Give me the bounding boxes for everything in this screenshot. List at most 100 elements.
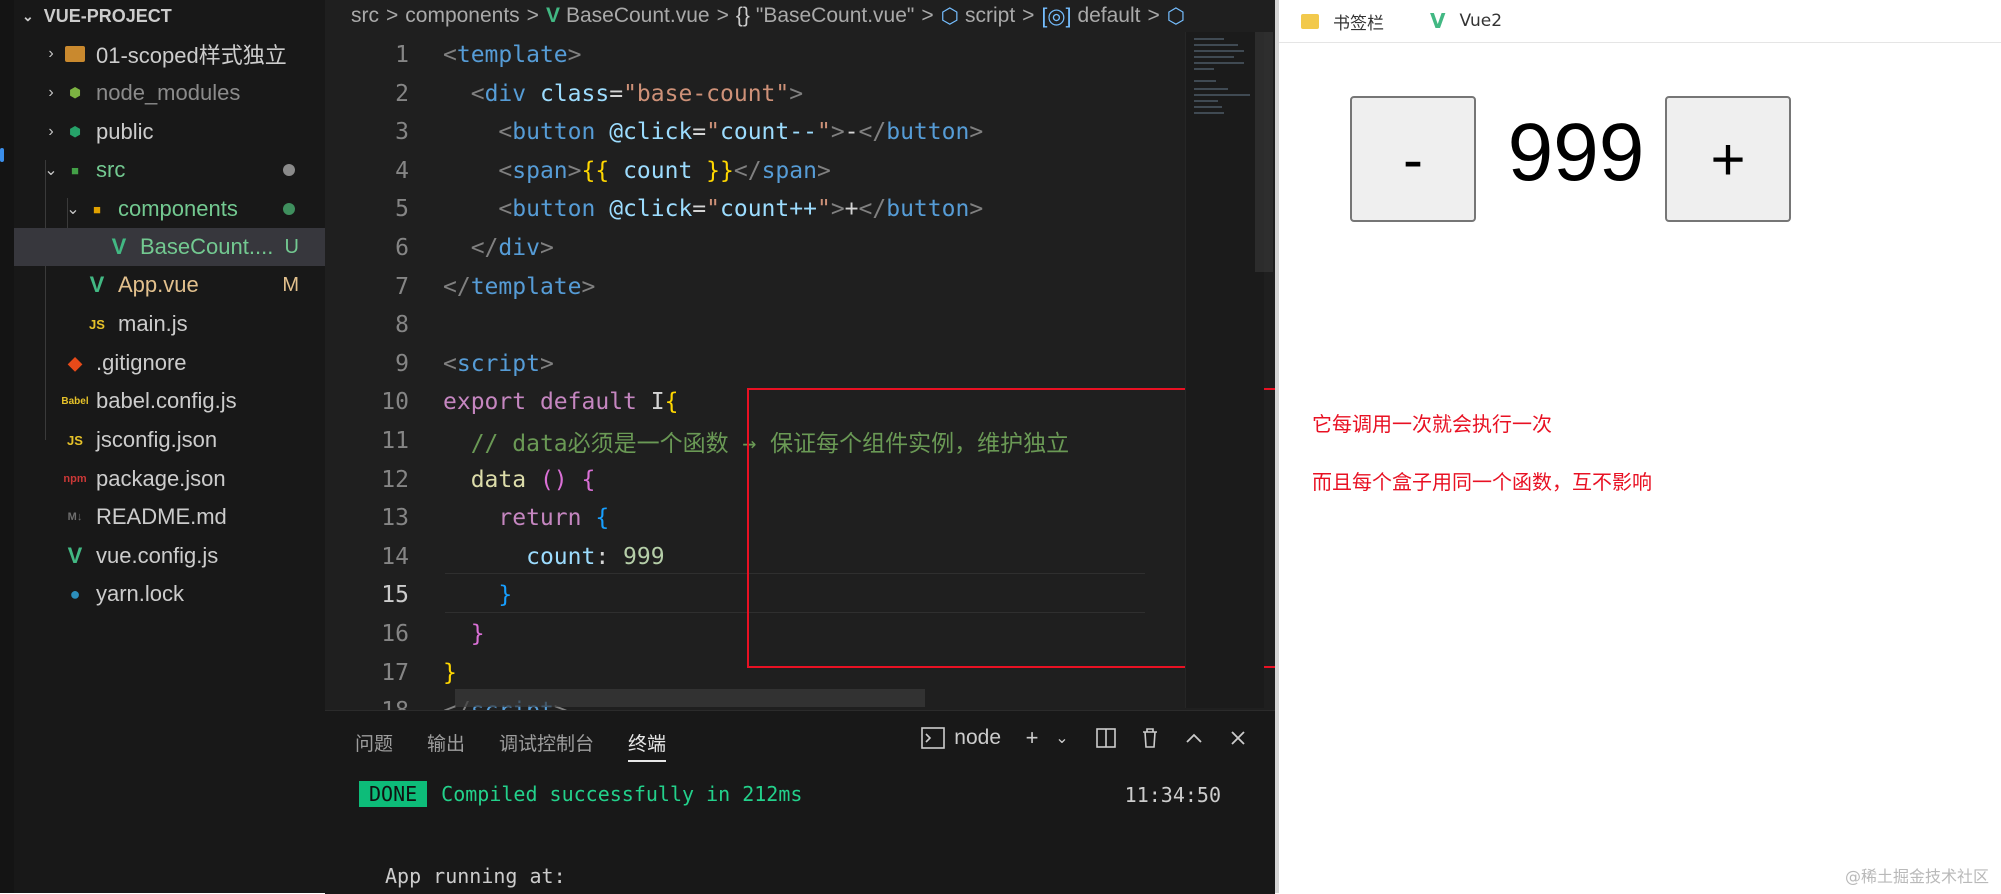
code-token: >: [567, 157, 582, 184]
git-status-badge: M: [282, 273, 299, 296]
line-number: 11: [381, 428, 409, 454]
tree-item[interactable]: ● yarn.lock: [14, 575, 325, 613]
vue-file-icon: V: [545, 4, 560, 27]
tree-item[interactable]: V BaseCount.... U: [14, 228, 325, 266]
maximize-panel-icon[interactable]: [1181, 725, 1207, 751]
terminal-icon: [920, 725, 946, 751]
code-token: }: [498, 582, 513, 609]
tree-item[interactable]: › 01-scoped样式独立: [14, 35, 325, 73]
trash-icon[interactable]: [1137, 725, 1163, 751]
breadcrumb: src > components > V BaseCount.vue > {} …: [351, 0, 1191, 32]
explorer-title[interactable]: ⌄ VUE-PROJECT: [22, 4, 172, 28]
tree-item[interactable]: JS main.js: [14, 305, 325, 343]
breadcrumb-components[interactable]: components: [405, 4, 519, 28]
increment-button[interactable]: +: [1665, 96, 1791, 222]
code-token: div: [484, 80, 527, 107]
line-code: < button @click = " count++ " > + </button >: [443, 196, 983, 222]
code-token: <: [443, 350, 457, 377]
tab-debug-console[interactable]: 调试控制台: [499, 729, 594, 762]
tree-item[interactable]: › ⬢ public: [14, 113, 325, 151]
line-code: }: [443, 582, 512, 608]
code-token: count: [623, 157, 693, 184]
horizontal-scrollbar[interactable]: [455, 689, 925, 707]
tree-item-label: public: [96, 119, 154, 144]
folder-icon: [62, 43, 88, 65]
minimap-line: [1194, 62, 1244, 64]
tree-item[interactable]: ⌄ ■ src: [14, 151, 325, 189]
minimap-line: [1194, 100, 1218, 102]
code-line[interactable]: 8: [325, 306, 1185, 344]
tree-item[interactable]: Vvue.config.js: [14, 537, 325, 575]
line-code: }: [443, 660, 457, 686]
code-token: }}: [706, 157, 734, 184]
line-number: 1: [395, 42, 409, 68]
code-token: 999: [623, 543, 665, 570]
bookmark-folder[interactable]: 书签栏: [1301, 9, 1384, 34]
breadcrumb-module[interactable]: "BaseCount.vue": [756, 4, 915, 28]
line-code: < script >: [443, 351, 554, 377]
line-code: < div class = "base-count" >: [443, 81, 803, 107]
chevron-down-icon[interactable]: ⌄: [1049, 725, 1075, 751]
terminal-selector[interactable]: node: [954, 726, 1001, 750]
code-token: count++: [720, 196, 817, 223]
components-folder-icon: ■: [93, 201, 101, 217]
tree-item[interactable]: npm package.json: [14, 460, 325, 498]
code-token: data: [470, 466, 527, 493]
code-token: =: [692, 196, 707, 223]
code-line[interactable]: 9 < script >: [325, 345, 1185, 383]
minimap-line: [1194, 38, 1224, 40]
tree-item[interactable]: Babel babel.config.js: [14, 382, 325, 420]
code-line[interactable]: 5 < button @click = " count++ " > + </button >: [325, 190, 1185, 228]
minimap[interactable]: [1185, 32, 1264, 708]
chevron-down-icon: ⌄: [44, 162, 58, 179]
tree-item[interactable]: M↓ README.md: [14, 498, 325, 536]
code-token: <: [498, 196, 513, 223]
tree-item[interactable]: JS jsconfig.json: [14, 421, 325, 459]
add-terminal-icon[interactable]: +: [1019, 725, 1045, 751]
code-line[interactable]: 3 < button @click = " count-- " > - </button >: [325, 113, 1185, 151]
code-token: </: [858, 119, 887, 146]
folder-icon: [1301, 13, 1319, 29]
code-line[interactable]: 7 </template >: [325, 268, 1185, 306]
vue-file-icon: V: [111, 234, 127, 259]
vertical-scrollbar[interactable]: [1255, 32, 1273, 272]
line-code: </template >: [443, 274, 595, 300]
breadcrumb-file[interactable]: BaseCount.vue: [566, 4, 710, 28]
split-terminal-icon[interactable]: [1093, 725, 1119, 751]
code-token: }: [470, 621, 485, 647]
tab-output[interactable]: 输出: [427, 729, 465, 762]
git-status-dot: [283, 203, 295, 215]
code-line[interactable]: 4 < span >{{ count }} </span >: [325, 152, 1185, 190]
line-number: 16: [381, 621, 409, 647]
decrement-button[interactable]: -: [1350, 96, 1476, 222]
tree-item-label: App.vue: [118, 272, 199, 297]
code-token: >: [830, 119, 845, 146]
code-line[interactable]: 6 </div >: [325, 229, 1185, 267]
code-editor[interactable]: src > components > V BaseCount.vue > {} …: [325, 0, 1275, 710]
vue-config-icon: V: [67, 543, 83, 568]
close-icon[interactable]: [1225, 725, 1251, 751]
breadcrumb-script[interactable]: script: [965, 4, 1015, 28]
code-token: return: [498, 505, 582, 532]
bookmark-vue2[interactable]: V Vue2: [1406, 9, 1502, 33]
tree-item[interactable]: ◆ .gitignore: [14, 344, 325, 382]
tree-item[interactable]: › ⬢ node_modules: [14, 74, 325, 112]
tree-item[interactable]: V App.vue M: [14, 266, 325, 304]
line-number: 10: [381, 389, 409, 416]
code-line[interactable]: 2 < div class = "base-count" >: [325, 75, 1185, 113]
code-token: }: [443, 659, 457, 686]
tab-terminal[interactable]: 终端: [628, 729, 667, 762]
tab-problems[interactable]: 问题: [355, 729, 393, 762]
breadcrumb-src[interactable]: src: [351, 4, 379, 28]
code-token: >: [830, 196, 845, 223]
line-code: count: 999: [443, 544, 665, 570]
code-line[interactable]: 1 < template >: [325, 36, 1185, 74]
tree-item[interactable]: ⌄ ■ components: [14, 190, 325, 228]
minimap-line: [1194, 44, 1238, 46]
breadcrumb-default[interactable]: default: [1077, 4, 1140, 28]
